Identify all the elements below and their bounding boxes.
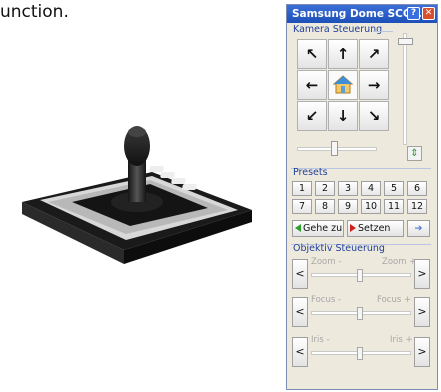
preset-9-button[interactable]: 9: [338, 199, 358, 214]
preset-8-button[interactable]: 8: [315, 199, 335, 214]
focus-icon: ⇕: [410, 148, 419, 159]
focus-minus-label: Focus -: [311, 295, 342, 305]
zoom-plus-label: Zoom +: [382, 257, 417, 267]
tilt-up-button[interactable]: ↑: [328, 39, 358, 69]
intro-text: unction.: [0, 2, 69, 22]
pan-down-left-button[interactable]: ↙: [297, 101, 327, 131]
iris-minus-button[interactable]: <: [292, 337, 308, 367]
speed-slider-track[interactable]: [403, 33, 407, 145]
set-preset-button[interactable]: Setzen: [347, 220, 404, 237]
preset-12-button[interactable]: 12: [407, 199, 427, 214]
zoom-minus-label: Zoom -: [311, 257, 342, 267]
set-label: Setzen: [358, 223, 391, 234]
zoom-plus-button[interactable]: >: [414, 259, 430, 289]
pan-down-right-button[interactable]: ↘: [359, 101, 389, 131]
focus-plus-button[interactable]: >: [414, 297, 430, 327]
focus-plus-label: Focus +: [377, 295, 412, 305]
iris-minus-label: Iris -: [311, 335, 330, 345]
iris-slider-thumb[interactable]: [357, 347, 363, 360]
pan-up-right-button[interactable]: ↗: [359, 39, 389, 69]
goto-preset-button[interactable]: Gehe zu: [292, 220, 344, 237]
zoom-slider-thumb[interactable]: [357, 269, 363, 282]
focus-slider-thumb[interactable]: [357, 307, 363, 320]
joystick-controller-image: [22, 126, 252, 264]
ptz-direction-pad: ↖ ↑ ↗ ← → ↙ ↓ ↘: [297, 39, 389, 131]
home-icon: [332, 75, 354, 94]
preset-4-button[interactable]: 4: [361, 181, 381, 196]
preset-3-button[interactable]: 3: [338, 181, 358, 196]
preset-2-button[interactable]: 2: [315, 181, 335, 196]
preset-10-button[interactable]: 10: [361, 199, 381, 214]
focus-minus-button[interactable]: <: [292, 297, 308, 327]
preset-5-button[interactable]: 5: [384, 181, 404, 196]
presets-group-label: Presets: [293, 167, 328, 178]
lens-group-label: Objektiv Steuerung: [293, 243, 385, 254]
horizontal-slider-thumb[interactable]: [331, 141, 338, 156]
tilt-down-button[interactable]: ↓: [328, 101, 358, 131]
camera-group-divider: [373, 31, 393, 32]
preset-1-button[interactable]: 1: [292, 181, 312, 196]
camera-group-label: Kamera Steuerung: [293, 24, 383, 35]
home-button[interactable]: [328, 70, 358, 100]
set-arrow-icon: [350, 224, 356, 232]
close-button[interactable]: ✕: [422, 7, 435, 20]
iris-plus-label: Iris +: [390, 335, 413, 345]
help-button[interactable]: ?: [407, 7, 420, 20]
iris-plus-button[interactable]: >: [414, 337, 430, 367]
preset-6-button[interactable]: 6: [407, 181, 427, 196]
forward-button[interactable]: ➔: [407, 220, 430, 237]
pan-right-button[interactable]: →: [359, 70, 389, 100]
speed-slider-thumb[interactable]: [398, 38, 413, 45]
pan-left-button[interactable]: ←: [297, 70, 327, 100]
goto-arrow-icon: [295, 224, 301, 232]
pan-up-left-button[interactable]: ↖: [297, 39, 327, 69]
arrow-right-icon: ➔: [414, 223, 423, 234]
goto-label: Gehe zu: [303, 223, 343, 234]
preset-7-button[interactable]: 7: [292, 199, 312, 214]
camera-control-window: Samsung Dome SCC6... ? ✕ Kamera Steuerun…: [286, 4, 438, 390]
auto-focus-button[interactable]: ⇕: [407, 146, 422, 161]
preset-11-button[interactable]: 11: [384, 199, 404, 214]
zoom-minus-button[interactable]: <: [292, 259, 308, 289]
